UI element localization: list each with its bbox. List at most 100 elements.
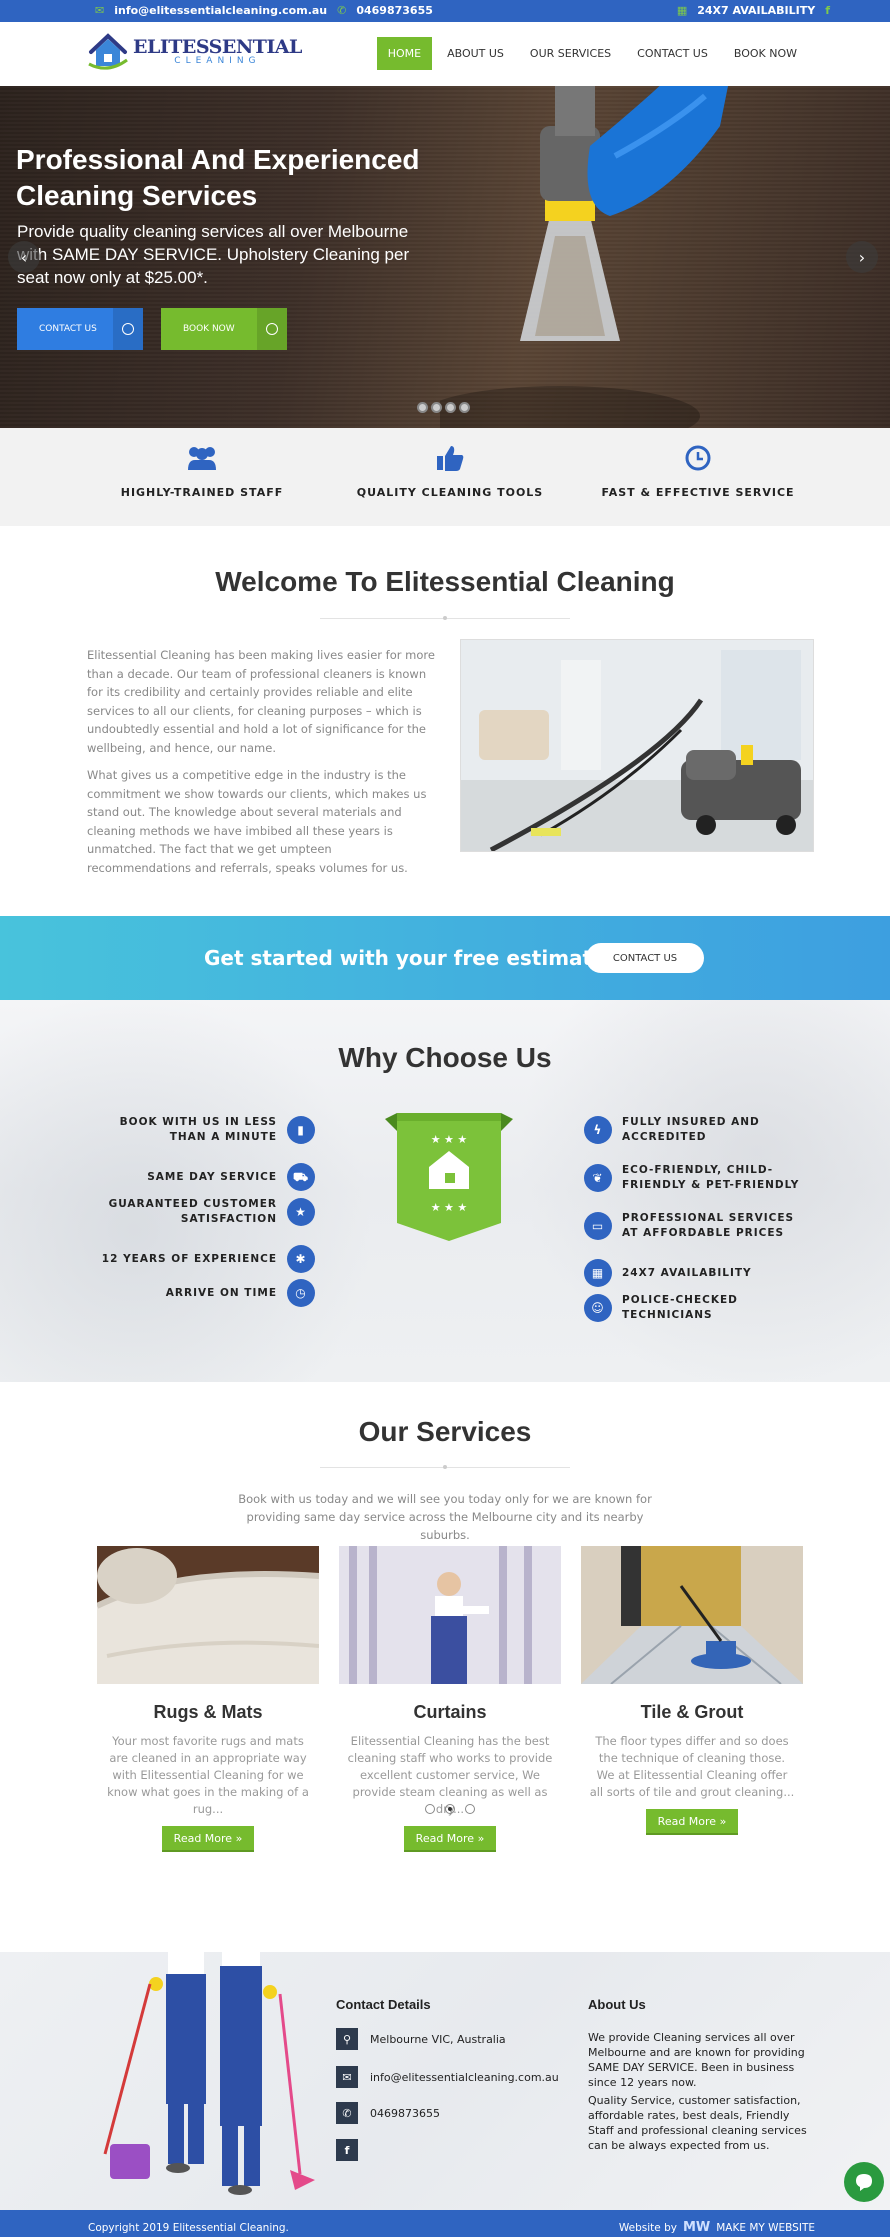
facebook-icon: f [336, 2139, 358, 2161]
site-header: ELITESSENTIAL CLEANING HOME ABOUT US OUR… [0, 22, 890, 86]
read-more-button[interactable]: Read More » [404, 1826, 496, 1852]
why-label: ECO-FRIENDLY, CHILD-FRIENDLY & PET-FRIEN… [622, 1164, 800, 1191]
about-us-text-1: We provide Cleaning services all over Me… [588, 2031, 805, 2089]
main-nav: HOME ABOUT US OUR SERVICES CONTACT US BO… [376, 37, 808, 70]
contact-details-title: Contact Details [336, 1997, 431, 2012]
vacuum-cleaner-image [460, 639, 814, 852]
service-title: Rugs & Mats [153, 1702, 263, 1722]
nav-our-services[interactable]: OUR SERVICES [519, 37, 622, 70]
slider-dot[interactable] [417, 402, 428, 413]
contact-email-text[interactable]: info@elitessentialcleaning.com.au [370, 2071, 559, 2084]
topbar-email[interactable]: info@elitessentialcleaning.com.au [114, 4, 327, 17]
why-item: ϟ FULLY INSURED AND ACCREDITED [584, 1115, 814, 1145]
why-title: Why Choose Us [338, 1042, 552, 1073]
credit-link[interactable]: MAKE MY WEBSITE [716, 2222, 815, 2234]
why-item: 12 YEARS OF EXPERIENCE ✱ [85, 1245, 315, 1273]
why-item: ☺ POLICE-CHECKED TECHNICIANS [584, 1293, 814, 1323]
facebook-icon[interactable]: f [825, 4, 830, 17]
hero-book-label: BOOK NOW [183, 324, 235, 334]
contact-phone[interactable]: ✆ 0469873655 [336, 2102, 440, 2124]
svg-text:★ ★ ★: ★ ★ ★ [431, 1201, 468, 1214]
feature-label: FAST & EFFECTIVE SERVICE [601, 486, 795, 499]
about-us-title: About Us [588, 1997, 646, 2012]
contact-address-text: Melbourne VIC, Australia [370, 2032, 506, 2046]
services-intro: Book with us today and we will see you t… [238, 1492, 652, 1542]
topbar-phone[interactable]: 0469873655 [356, 4, 433, 17]
contact-email[interactable]: ✉ info@elitessentialcleaning.com.au [336, 2066, 559, 2088]
feature-label: QUALITY CLEANING TOOLS [356, 486, 544, 499]
nav-contact-us[interactable]: CONTACT US [626, 37, 719, 70]
welcome-paragraph-2: What gives us a competitive edge in the … [87, 768, 427, 875]
service-card: Tile & Grout The floor types differ and … [581, 1546, 803, 1835]
slider-prev-arrow[interactable]: ‹ [8, 241, 40, 273]
read-more-button[interactable]: Read More » [646, 1809, 738, 1835]
why-label: PROFESSIONAL SERVICES AT AFFORDABLE PRIC… [622, 1212, 795, 1239]
welcome-title: Welcome To Elitessential Cleaning [215, 566, 675, 597]
chat-widget-button[interactable] [844, 2162, 884, 2202]
clock-icon [588, 444, 808, 474]
why-item: GUARANTEED CUSTOMER SATISFACTION ★ [85, 1197, 315, 1227]
hero-text: Provide quality cleaning services all ov… [17, 222, 410, 287]
features-strip: HIGHLY-TRAINED STAFF QUALITY CLEANING TO… [0, 428, 890, 526]
about-us-text-2: Quality Service, customer satisfaction, … [588, 2094, 807, 2152]
slider-dot[interactable] [459, 402, 470, 413]
read-more-button[interactable]: Read More » [162, 1826, 254, 1852]
why-label: POLICE-CHECKED TECHNICIANS [622, 1294, 738, 1321]
why-label: 24X7 AVAILABILITY [622, 1266, 752, 1279]
hero-book-button[interactable]: BOOK NOW [161, 308, 287, 350]
carousel-dot[interactable] [445, 1804, 455, 1814]
why-item: ARRIVE ON TIME ◷ [85, 1279, 315, 1307]
calendar-icon: ▦ [584, 1259, 612, 1287]
facebook-link[interactable]: f [336, 2139, 370, 2161]
welcome-section: Welcome To Elitessential Cleaning Elites… [0, 526, 890, 916]
carousel-dot[interactable] [465, 1804, 475, 1814]
carousel-dot[interactable] [425, 1804, 435, 1814]
curtains-image [339, 1546, 561, 1684]
why-item: ▭ PROFESSIONAL SERVICES AT AFFORDABLE PR… [584, 1211, 814, 1241]
hero-contact-label: CONTACT US [39, 324, 97, 334]
service-description: Your most favorite rugs and mats are cle… [107, 1734, 309, 1816]
why-label: ARRIVE ON TIME [165, 1286, 277, 1299]
feature-item: HIGHLY-TRAINED STAFF [92, 444, 312, 499]
nav-about-us[interactable]: ABOUT US [436, 37, 515, 70]
hero-contact-button[interactable]: CONTACT US [17, 308, 143, 350]
section-divider [320, 616, 570, 620]
credit-label: Website by [618, 2221, 677, 2234]
service-card: Rugs & Mats Your most favorite rugs and … [97, 1546, 319, 1852]
clock-icon: ◷ [287, 1279, 315, 1307]
section-divider [320, 1465, 570, 1469]
site-footer: Contact Details ⚲ Melbourne VIC, Austral… [0, 1952, 890, 2210]
why-label: GUARANTEED CUSTOMER SATISFACTION [108, 1198, 277, 1225]
tile-grout-image [581, 1546, 803, 1684]
calendar-icon: ▦ [676, 4, 688, 17]
svg-text:★ ★ ★: ★ ★ ★ [431, 1133, 468, 1146]
feature-label: HIGHLY-TRAINED STAFF [120, 486, 284, 499]
slider-dot[interactable] [431, 402, 442, 413]
why-item: BOOK WITH US IN LESS THAN A MINUTE ▮ [85, 1115, 315, 1145]
circle-arrow-icon [257, 308, 287, 350]
users-icon [92, 444, 312, 474]
hero-cleaning-image [440, 86, 728, 428]
why-label: SAME DAY SERVICE [147, 1170, 277, 1183]
top-bar: ✉ info@elitessentialcleaning.com.au ✆ 04… [0, 0, 890, 22]
leaf-icon: ❦ [584, 1164, 612, 1192]
why-label: FULLY INSURED AND ACCREDITED [622, 1116, 760, 1143]
envelope-icon: ✉ [95, 4, 105, 17]
nav-home[interactable]: HOME [376, 37, 433, 70]
copyright-bar: Copyright 2019 Elitessential Cleaning. W… [0, 2210, 890, 2237]
slider-dots [417, 402, 470, 413]
our-services-section: Our Services Book with us today and we w… [0, 1382, 890, 1952]
house-logo-icon [87, 30, 129, 72]
slider-dot[interactable] [445, 402, 456, 413]
nav-book-now[interactable]: BOOK NOW [723, 37, 808, 70]
site-logo[interactable]: ELITESSENTIAL CLEANING [87, 30, 302, 72]
why-item: ❦ ECO-FRIENDLY, CHILD-FRIENDLY & PET-FRI… [584, 1163, 814, 1193]
cta-contact-button[interactable]: CONTACT US [586, 943, 704, 973]
services-title: Our Services [358, 1416, 532, 1447]
phone-icon: ✆ [336, 2102, 358, 2124]
contact-phone-text[interactable]: 0469873655 [370, 2107, 440, 2120]
service-title: Tile & Grout [640, 1702, 744, 1722]
hero-slider: Professional And Experienced Cleaning Se… [0, 86, 890, 428]
feature-item: QUALITY CLEANING TOOLS [340, 444, 560, 499]
slider-next-arrow[interactable]: › [846, 241, 878, 273]
